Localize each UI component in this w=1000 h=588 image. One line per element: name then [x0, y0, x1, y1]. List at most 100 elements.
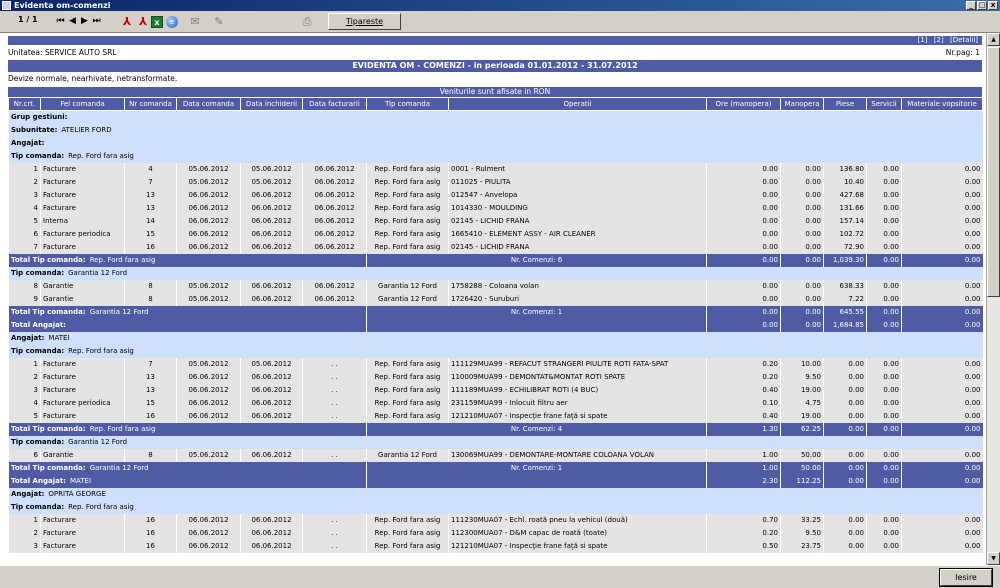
group-label: Angajat:: [11, 490, 45, 498]
table-row: 4 Facturare 13 06.06.2012 06.06.2012 06.06.20…: [8, 201, 983, 215]
maximize-button[interactable]: □: [977, 1, 987, 10]
table-cell: 06.06.2012: [176, 370, 241, 384]
table-cell: 05.06.2012: [176, 357, 241, 371]
table-cell: 0.00: [823, 539, 867, 553]
group-row: Tip comanda: Garantia 12 Ford: [8, 435, 983, 449]
table-cell: 0.20: [706, 357, 781, 371]
table-cell: 16: [124, 409, 177, 423]
table-cell: 06.06.2012: [302, 175, 367, 189]
table-cell: 0.00: [866, 175, 902, 189]
total-cell: 0.00: [706, 305, 781, 319]
table-cell: 102.72: [823, 227, 867, 241]
table-cell: 15: [124, 227, 177, 241]
column-header: Tip comanda: [366, 97, 449, 111]
close-button[interactable]: x: [988, 1, 998, 10]
group-row: Angajat: OPRITA GEORGE: [8, 487, 983, 501]
table-cell: 06.06.2012: [176, 227, 241, 241]
table-cell: 0.00: [823, 526, 867, 540]
group-label: Tip comanda:: [11, 347, 65, 355]
link-1[interactable]: [1]: [918, 36, 928, 44]
table-cell: Rep. Ford fara asig: [366, 175, 449, 189]
table-cell: . .: [302, 539, 367, 553]
table-cell: 0.50: [706, 539, 781, 553]
table-cell: 0.00: [780, 227, 824, 241]
table-cell: 7: [124, 175, 177, 189]
prev-page-icon[interactable]: ◀: [67, 14, 78, 29]
table-cell: Rep. Ford fara asig: [366, 201, 449, 215]
table-cell: 06.06.2012: [176, 383, 241, 397]
export-excel-icon[interactable]: x: [151, 16, 163, 28]
table-cell: 06.06.2012: [240, 383, 303, 397]
table-cell: Rep. Ford fara asig: [366, 162, 449, 176]
exit-button[interactable]: Iesire: [939, 568, 993, 587]
table-cell: 0.00: [901, 279, 983, 293]
table-cell: 0.00: [866, 539, 902, 553]
total-cell: 0.00: [866, 318, 902, 332]
page-indicator: 1 / 1: [18, 15, 38, 24]
table-cell: 19.00: [780, 383, 824, 397]
table-cell: 0.00: [901, 227, 983, 241]
table-cell: Facturare: [40, 383, 125, 397]
table-cell: 06.06.2012: [302, 240, 367, 254]
group-row: Angajat:: [8, 136, 983, 150]
table-cell: 111129MUA99 - REFACUT STRANGERI PIULITE …: [448, 357, 707, 371]
table-cell: 06.06.2012: [240, 409, 303, 423]
link-2[interactable]: [2]: [934, 36, 944, 44]
total-row: Total Tip comanda: Garantia 12 Ford Nr. Co…: [8, 305, 983, 319]
table-cell: 231159MUA99 - Inlocuit filtru aer: [448, 396, 707, 410]
table-row: 1 Facturare 4 05.06.2012 05.06.2012 06.06.201…: [8, 162, 983, 176]
table-cell: 06.06.2012: [302, 292, 367, 306]
total-cell: 0.00: [901, 474, 983, 488]
table-cell: 06.06.2012: [176, 526, 241, 540]
table-cell: Facturare: [40, 357, 125, 371]
table-cell: 16: [124, 526, 177, 540]
group-label: Angajat:: [11, 139, 45, 147]
table-cell: 1.00: [706, 448, 781, 462]
next-page-icon[interactable]: ▶: [79, 14, 90, 29]
table-cell: Garantia 12 Ford: [366, 279, 449, 293]
table-cell: 0.00: [823, 383, 867, 397]
send-mail-icon[interactable]: ✉: [188, 14, 202, 29]
total-label-cell: Total Tip comanda: Garantia 12 Ford: [8, 461, 367, 475]
table-cell: 4: [8, 201, 41, 215]
last-page-icon[interactable]: ⏭: [91, 14, 102, 29]
total-cell: 0.00: [901, 318, 983, 332]
table-row: 6 Facturare periodica 15 06.06.2012 06.06.20…: [8, 227, 983, 241]
settings-icon[interactable]: ✎: [212, 14, 226, 29]
column-header: Ore (manopera): [706, 97, 781, 111]
table-row: 1 Facturare 16 06.06.2012 06.06.2012. . Rep. …: [8, 513, 983, 527]
report-table: Nr.crt. Fel comanda Nr comanda Data comanda…: [8, 97, 983, 553]
vertical-scrollbar[interactable]: ▲ ▼: [986, 33, 1000, 565]
first-page-icon[interactable]: ⏮: [55, 14, 66, 29]
export-pdf-alt-icon[interactable]: ⅄: [136, 14, 150, 29]
table-cell: 0.00: [780, 279, 824, 293]
table-cell: 0.00: [866, 513, 902, 527]
total-cell: 0.00: [780, 318, 824, 332]
table-cell: 8: [8, 279, 41, 293]
export-web-icon[interactable]: e: [166, 16, 178, 28]
table-cell: 0.00: [866, 357, 902, 371]
table-cell: 50.00: [780, 448, 824, 462]
table-cell: 3: [8, 188, 41, 202]
table-cell: 02145 - LICHID FRANA: [448, 214, 707, 228]
window-title: Evidenta om-comenzi: [14, 1, 111, 10]
group-row: Tip comanda: Garantia 12 Ford: [8, 266, 983, 280]
link-details[interactable]: [Detalii]: [950, 36, 978, 44]
total-label: Total Tip comanda:: [11, 256, 86, 264]
group-label: Subunitate:: [11, 126, 58, 134]
print-button[interactable]: Tipareste: [328, 13, 401, 30]
table-cell: 0.40: [706, 409, 781, 423]
table-cell: Garantia 12 Ford: [366, 448, 449, 462]
group-cell: Grup gestiuni:: [8, 110, 983, 124]
table-cell: 0.00: [866, 396, 902, 410]
group-row: Tip comanda: Rep. Ford fara asig: [8, 149, 983, 163]
table-cell: 06.06.2012: [302, 214, 367, 228]
scroll-up-icon[interactable]: ▲: [987, 33, 1000, 46]
total-cell: 1.00: [706, 461, 781, 475]
minimize-button[interactable]: _: [966, 1, 976, 10]
total-count: Nr. Comenzi: 6: [366, 253, 707, 267]
scroll-thumb[interactable]: [987, 47, 1000, 297]
scroll-down-icon[interactable]: ▼: [987, 552, 1000, 565]
table-cell: 0.00: [706, 201, 781, 215]
export-pdf-icon[interactable]: ⅄: [120, 14, 134, 29]
